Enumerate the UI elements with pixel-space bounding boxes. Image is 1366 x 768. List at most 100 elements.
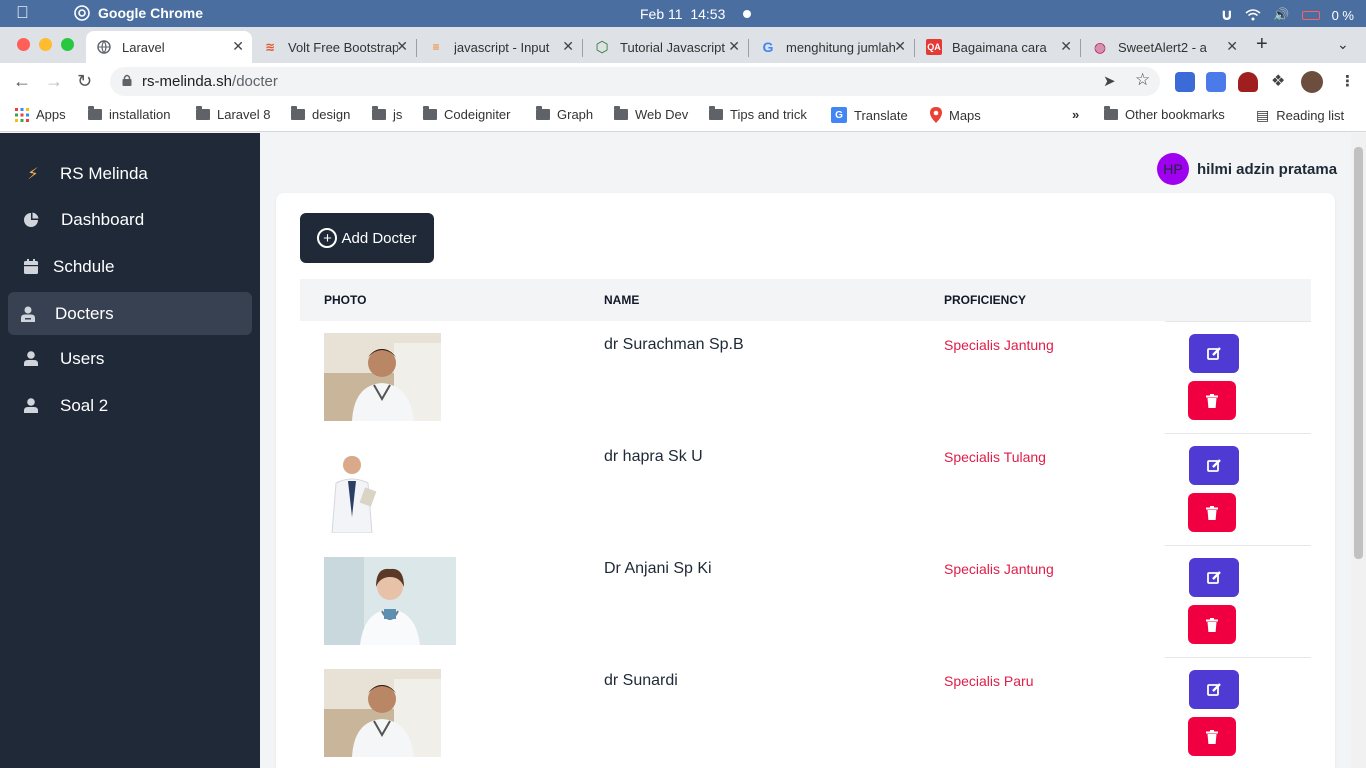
extension-ublock-icon[interactable] <box>1238 72 1258 92</box>
extension-briefcase-icon[interactable] <box>1175 72 1195 92</box>
bookmark-folder-js[interactable]: js <box>372 106 402 122</box>
edit-button[interactable] <box>1189 446 1239 485</box>
delete-button[interactable] <box>1188 381 1236 420</box>
lock-icon[interactable] <box>122 74 132 86</box>
doctor-photo <box>324 445 381 533</box>
chrome-menu-icon[interactable]: ⋮ <box>1340 72 1355 90</box>
close-tab-icon[interactable]: ✕ <box>396 38 408 55</box>
bookmark-folder-codeigniter[interactable]: Codeigniter <box>423 106 511 122</box>
tab-tutorial-javascript[interactable]: ⬡ Tutorial Javascript ✕ <box>584 31 748 63</box>
sidebar-item-users[interactable]: Users <box>8 337 252 380</box>
doctor-name: Dr Anjani Sp Ki <box>604 560 712 577</box>
bookmark-folder-tips[interactable]: Tips and trick <box>709 106 807 122</box>
column-photo: PHOTO <box>324 293 367 307</box>
battery-percent: 0 % <box>1331 7 1354 23</box>
bookmark-maps[interactable]: Maps <box>930 107 981 123</box>
sidebar-item-soal-2[interactable]: Soal 2 <box>8 384 252 427</box>
sweetalert-icon: ◍ <box>1093 38 1107 55</box>
edit-button[interactable] <box>1189 334 1239 373</box>
close-tab-icon[interactable]: ✕ <box>1060 38 1072 55</box>
doctor-photo <box>324 557 456 645</box>
app-u-icon[interactable]: ∪ <box>1220 5 1233 25</box>
bookmark-apps[interactable]: Apps <box>15 107 66 122</box>
bookmark-folder-webdev[interactable]: Web Dev <box>614 106 688 122</box>
new-tab-button[interactable]: + <box>1256 33 1268 56</box>
table-row: dr Sunardi Specialis Paru <box>300 657 1311 768</box>
edit-button[interactable] <box>1189 670 1239 709</box>
delete-button[interactable] <box>1188 493 1236 532</box>
maximize-window-button[interactable] <box>61 38 74 51</box>
battery-icon[interactable] <box>1301 10 1320 20</box>
trash-icon <box>1206 617 1218 632</box>
close-tab-icon[interactable]: ✕ <box>894 38 906 55</box>
folder-icon <box>88 106 102 120</box>
globe-icon <box>96 39 112 55</box>
edit-button[interactable] <box>1189 558 1239 597</box>
table-row: dr hapra Sk U Specialis Tulang <box>300 433 1311 545</box>
tab-sweetalert[interactable]: ◍ SweetAlert2 - a ✕ <box>1082 31 1246 63</box>
close-tab-icon[interactable]: ✕ <box>232 38 244 55</box>
user-icon <box>22 350 40 368</box>
profile-avatar-icon[interactable] <box>1301 71 1323 93</box>
extension-translate-icon[interactable] <box>1206 72 1226 92</box>
sidebar-item-dashboard[interactable]: Dashboard <box>8 198 252 241</box>
active-app[interactable]: Google Chrome <box>74 5 203 21</box>
bookmark-other[interactable]: Other bookmarks <box>1104 106 1225 122</box>
bookmark-folder-design[interactable]: design <box>291 106 350 122</box>
scrollbar-thumb[interactable] <box>1354 147 1363 559</box>
menubar-status: ∪ 🔊 0 % <box>1220 5 1354 25</box>
address-bar[interactable]: rs-melinda.sh/docter <box>110 67 1160 96</box>
volume-icon[interactable]: 🔊 <box>1273 7 1289 23</box>
edit-icon <box>1206 571 1221 584</box>
apple-icon[interactable]:  <box>16 3 29 23</box>
bookmark-star-icon[interactable]: ☆ <box>1135 70 1150 90</box>
app-name: Google Chrome <box>98 5 204 21</box>
delete-button[interactable] <box>1188 605 1236 644</box>
forward-button[interactable]: → <box>45 71 63 92</box>
pie-chart-icon <box>22 211 40 229</box>
sidebar-brand[interactable]: ⚡ RS Melinda <box>8 152 252 195</box>
add-docter-button[interactable]: + Add Docter <box>300 213 434 263</box>
avatar: HP <box>1157 153 1189 185</box>
tab-volt[interactable]: ≋ Volt Free Bootstrap ✕ <box>252 31 416 63</box>
bookmark-folder-installation[interactable]: installation <box>88 106 170 122</box>
maps-pin-icon <box>930 107 942 123</box>
table-header: PHOTO NAME PROFICIENCY <box>300 279 1311 321</box>
page-scrollbar[interactable] <box>1351 133 1366 768</box>
sidebar-item-docters[interactable]: Docters <box>8 292 252 335</box>
doctor-proficiency: Specialis Jantung <box>944 337 1054 353</box>
bookmark-translate[interactable]: G Translate <box>831 107 908 123</box>
qa-icon: QA <box>926 39 942 55</box>
bookmark-reading-list[interactable]: ▤ Reading list <box>1256 107 1344 124</box>
reading-list-icon: ▤ <box>1256 107 1270 123</box>
user-menu[interactable]: HP hilmi adzin pratama <box>1157 153 1337 185</box>
tab-stackoverflow[interactable]: ≡ javascript - Input ✕ <box>418 31 582 63</box>
menubar-clock[interactable]: Feb 11 14:53 <box>640 6 725 22</box>
reload-button[interactable]: ↻ <box>77 71 92 92</box>
edit-icon <box>1206 459 1221 472</box>
chrome-icon <box>74 5 90 21</box>
trash-icon <box>1206 393 1218 408</box>
send-tab-icon[interactable]: ➤ <box>1103 72 1116 90</box>
tab-laravel[interactable]: Laravel ✕ <box>86 31 252 63</box>
extensions-puzzle-icon[interactable]: ❖ <box>1271 71 1285 91</box>
tab-google-search[interactable]: G menghitung jumlah ✕ <box>750 31 914 63</box>
bookmark-folder-graph[interactable]: Graph <box>536 106 593 122</box>
close-window-button[interactable] <box>17 38 30 51</box>
sidebar-item-schedule[interactable]: Schdule <box>8 245 252 288</box>
folder-icon <box>1104 106 1118 120</box>
bookmark-folder-laravel8[interactable]: Laravel 8 <box>196 106 270 122</box>
tab-bagaimana[interactable]: QA Bagaimana cara ✕ <box>916 31 1080 63</box>
wifi-icon[interactable] <box>1245 9 1261 21</box>
more-bookmarks-chevron-icon[interactable]: » <box>1072 107 1079 122</box>
folder-icon <box>372 106 386 120</box>
user-icon <box>22 397 40 415</box>
close-tab-icon[interactable]: ✕ <box>1226 38 1238 55</box>
chrome-tab-strip: Laravel ✕ ≋ Volt Free Bootstrap ✕ ≡ java… <box>0 27 1366 63</box>
tab-search-chevron-icon[interactable]: ⌄ <box>1337 36 1349 53</box>
close-tab-icon[interactable]: ✕ <box>728 38 740 55</box>
minimize-window-button[interactable] <box>39 38 52 51</box>
delete-button[interactable] <box>1188 717 1236 756</box>
close-tab-icon[interactable]: ✕ <box>562 38 574 55</box>
back-button[interactable]: ← <box>13 71 31 92</box>
